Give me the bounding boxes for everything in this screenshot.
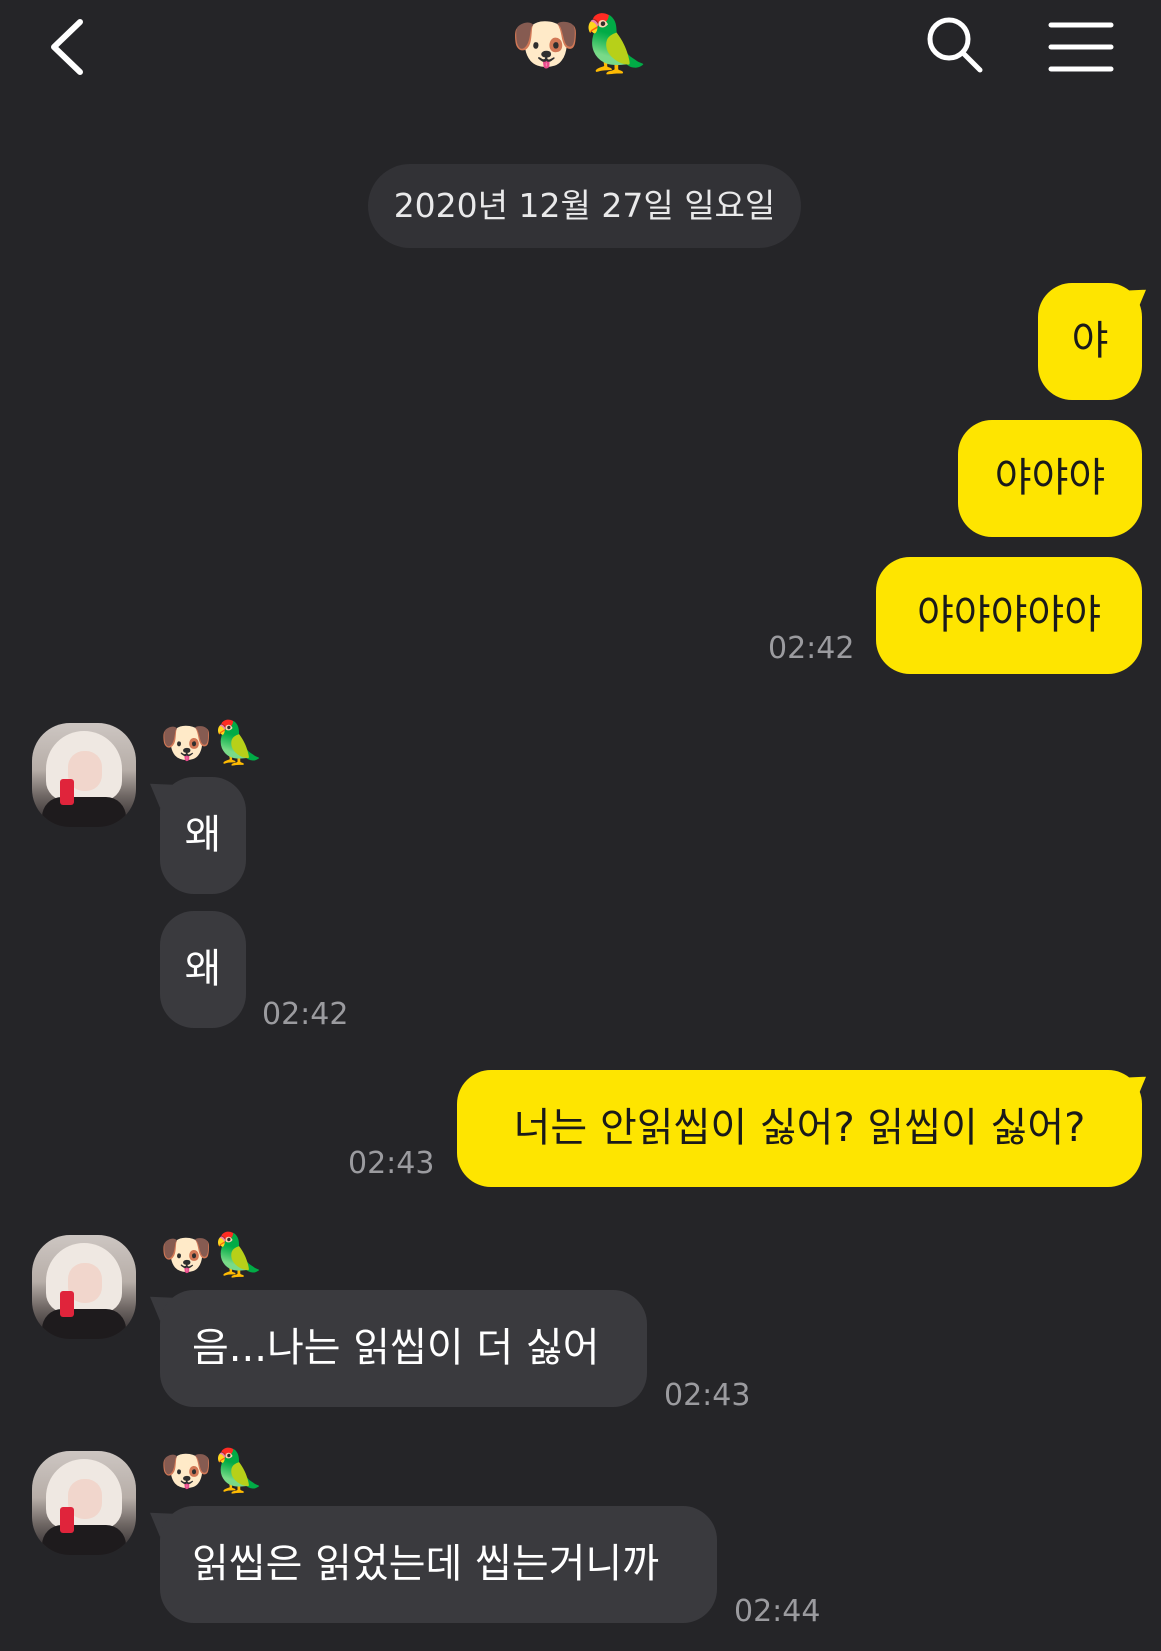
avatar[interactable] <box>32 1235 136 1339</box>
chat-header: 🐶🦜 <box>0 0 1161 100</box>
my-message-bubble[interactable]: 야야야야야 <box>876 557 1142 674</box>
their-message-bubble[interactable]: 음...나는 읽씹이 더 싫어 <box>160 1290 647 1407</box>
my-message-bubble[interactable]: 너는 안읽씹이 싫어? 읽씹이 싫어? <box>457 1070 1142 1187</box>
their-message-bubble[interactable]: 왜 <box>160 911 246 1028</box>
message-timestamp: 02:42 <box>768 631 855 666</box>
menu-button[interactable] <box>1048 20 1114 74</box>
avatar[interactable] <box>32 1451 136 1555</box>
search-icon <box>927 17 983 73</box>
date-divider: 2020년 12월 27일 일요일 <box>368 164 801 248</box>
message-timestamp: 02:43 <box>348 1146 435 1181</box>
their-message-bubble[interactable]: 왜 <box>160 777 246 894</box>
sender-name: 🐶🦜 <box>160 1446 265 1495</box>
message-timestamp: 02:42 <box>262 997 349 1032</box>
sender-name: 🐶🦜 <box>160 718 265 767</box>
message-timestamp: 02:43 <box>664 1378 751 1413</box>
my-message-bubble[interactable]: 야야야 <box>958 420 1142 537</box>
search-button[interactable] <box>924 14 986 76</box>
my-message-bubble[interactable]: 야 <box>1038 283 1142 400</box>
sender-name: 🐶🦜 <box>160 1230 265 1279</box>
hamburger-menu-icon <box>1048 22 1114 72</box>
chat-title: 🐶🦜 <box>510 12 651 77</box>
avatar[interactable] <box>32 723 136 827</box>
message-timestamp: 02:44 <box>734 1594 821 1629</box>
their-message-bubble[interactable]: 읽씹은 읽었는데 씹는거니까 <box>160 1506 717 1623</box>
